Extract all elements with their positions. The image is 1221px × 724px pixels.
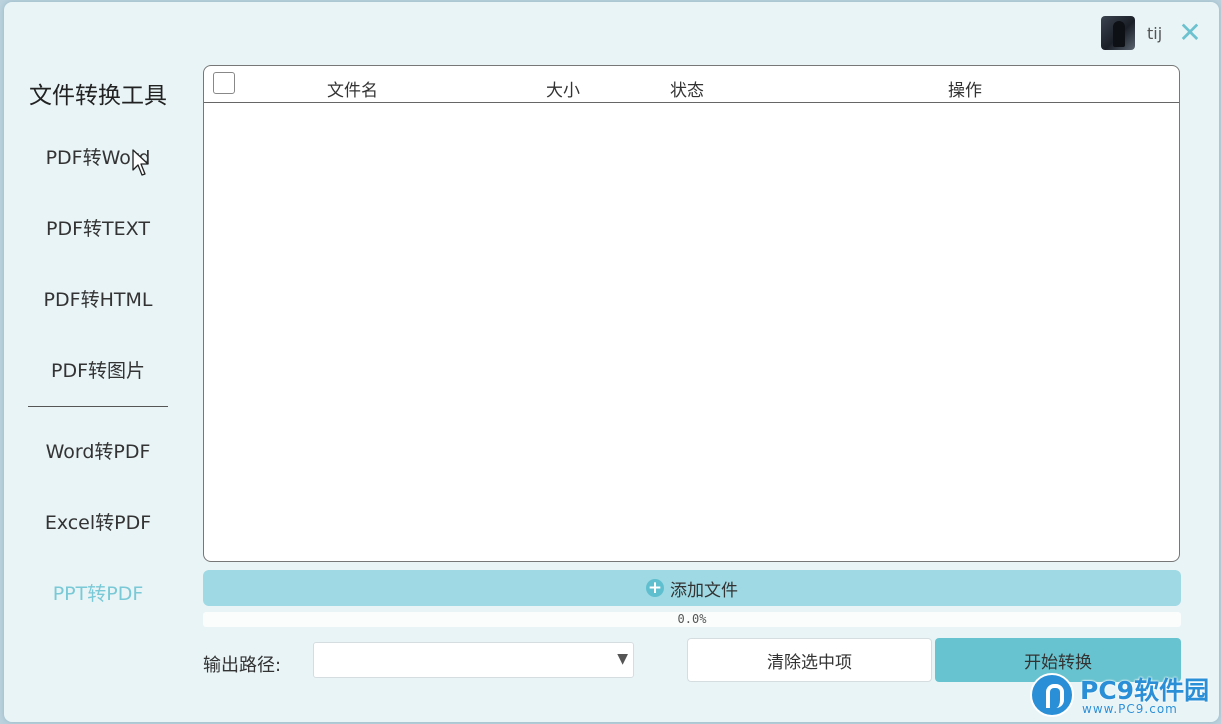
column-header-actions[interactable]: 操作 [948,76,982,101]
app-title: 文件转换工具 [29,83,167,109]
nav-item-word-to-pdf[interactable]: Word转PDF [24,437,172,464]
file-list-table: 文件名 大小 状态 操作 [203,65,1180,562]
output-path-select[interactable]: ▼ [313,642,634,678]
progress-text: 0.0% [677,612,707,626]
table-header: 文件名 大小 状态 操作 [204,66,1179,103]
add-files-label: 添加文件 [670,580,738,601]
nav-item-pdf-to-image[interactable]: PDF转图片 [24,356,172,383]
dropdown-arrow-icon: ▼ [617,651,628,667]
nav-divider [28,406,168,407]
nav-item-pdf-to-html[interactable]: PDF转HTML [24,285,172,312]
output-path-label: 输出路径: [203,655,282,676]
plus-circle-icon: + [646,578,664,598]
column-header-status[interactable]: 状态 [670,76,704,101]
nav-item-pdf-to-text[interactable]: PDF转TEXT [24,214,172,241]
column-header-filename[interactable]: 文件名 [327,76,378,101]
user-avatar[interactable] [1101,16,1135,50]
nav-item-ppt-to-pdf[interactable]: PPT转PDF [24,579,172,606]
watermark: PC9软件园 www.PC9.com [1030,671,1215,719]
watermark-url: www.PC9.com [1082,702,1178,716]
select-all-checkbox[interactable] [213,72,235,94]
clear-selected-button[interactable]: 清除选中项 [687,638,932,682]
conversion-progress-bar: 0.0% [203,612,1181,627]
nav-item-excel-to-pdf[interactable]: Excel转PDF [24,508,172,535]
column-header-size[interactable]: 大小 [546,76,580,101]
watermark-logo-icon [1030,673,1074,717]
add-files-button[interactable]: + 添加文件 [203,570,1181,606]
username-label: tij [1147,24,1163,43]
close-button[interactable]: ✕ [1177,18,1203,48]
mouse-cursor-icon [132,149,149,176]
